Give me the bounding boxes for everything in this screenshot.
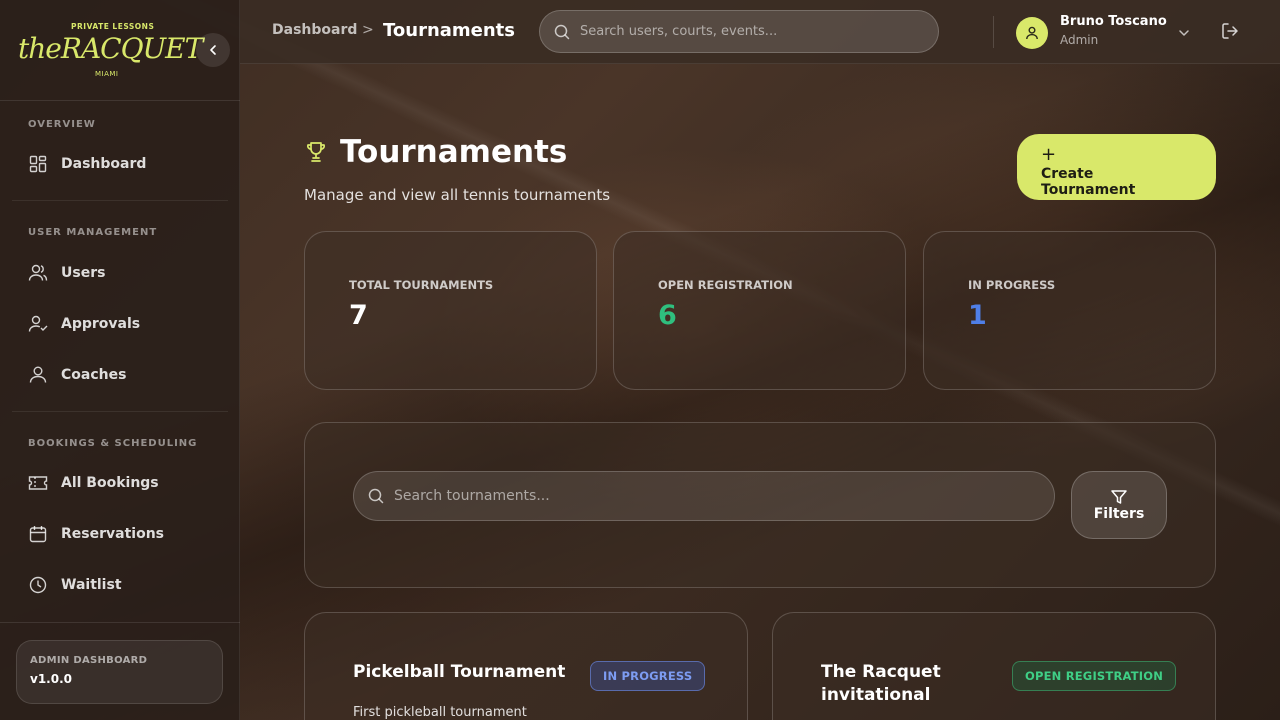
tournament-name-line: invitational xyxy=(821,685,931,705)
header-divider xyxy=(993,16,994,48)
user-name[interactable]: Bruno Toscano xyxy=(1060,14,1167,29)
sidebar-item-label: Coaches xyxy=(61,367,127,383)
sidebar-item-waitlist[interactable]: Waitlist xyxy=(28,573,228,597)
sidebar-divider xyxy=(0,100,240,101)
sidebar-item-label: All Bookings xyxy=(61,475,159,491)
stat-value: 6 xyxy=(658,300,677,331)
collapse-sidebar-button[interactable] xyxy=(196,33,230,67)
stat-value: 7 xyxy=(349,300,368,331)
breadcrumb-current: Tournaments xyxy=(383,20,516,41)
sidebar-item-coaches[interactable]: Coaches xyxy=(28,363,228,387)
version-number: v1.0.0 xyxy=(30,672,72,686)
sidebar-item-label: Approvals xyxy=(61,316,141,332)
chevron-left-icon xyxy=(210,45,216,55)
trophy-icon xyxy=(306,142,326,162)
stat-label: OPEN REGISTRATION xyxy=(658,278,793,292)
user-role: Admin xyxy=(1060,33,1099,47)
user-avatar-icon xyxy=(1026,26,1038,40)
dashboard-icon xyxy=(28,154,48,174)
stat-in-progress: IN PROGRESS 1 xyxy=(923,231,1216,390)
sidebar-separator xyxy=(12,200,228,201)
tournament-name: The Racquet invitational xyxy=(821,661,941,707)
filters-label: Filters xyxy=(1093,506,1145,522)
brand-logo[interactable]: PRIVATE LESSONS theRACQUET MIAMI xyxy=(18,22,203,82)
tournament-description: First pickleball tournament xyxy=(353,705,527,720)
avatar[interactable] xyxy=(1016,17,1048,49)
filter-panel: Filters xyxy=(304,422,1216,588)
sidebar-divider xyxy=(0,622,240,623)
sidebar: PRIVATE LESSONS theRACQUET MIAMI OVERVIE… xyxy=(0,0,240,720)
brand-tagline: PRIVATE LESSONS xyxy=(71,22,155,31)
section-user-management: USER MANAGEMENT xyxy=(28,227,158,238)
sidebar-item-reservations[interactable]: Reservations xyxy=(28,522,228,546)
calendar-icon xyxy=(28,524,48,544)
filters-button[interactable]: Filters xyxy=(1071,471,1167,539)
plus-icon: + xyxy=(1041,144,1057,165)
stat-label: TOTAL TOURNAMENTS xyxy=(349,278,494,292)
user-check-icon xyxy=(28,314,48,334)
global-search[interactable] xyxy=(539,10,939,53)
page-subtitle: Manage and view all tennis tournaments xyxy=(304,186,611,204)
tournament-search[interactable] xyxy=(353,471,1055,521)
page-title: Tournaments xyxy=(340,134,568,170)
logout-button[interactable] xyxy=(1221,22,1239,44)
tournament-search-input[interactable] xyxy=(394,488,994,504)
chevron-down-icon xyxy=(1179,30,1189,36)
tournament-card[interactable]: Pickelball Tournament IN PROGRESS First … xyxy=(304,612,748,720)
sidebar-item-all-bookings[interactable]: All Bookings xyxy=(28,471,228,495)
page-title-row: Tournaments xyxy=(304,134,567,170)
top-header: Dashboard > Tournaments Bruno Toscano Ad… xyxy=(240,0,1280,64)
brand-location: MIAMI xyxy=(95,70,119,78)
create-tournament-button[interactable]: + Create Tournament xyxy=(1017,134,1216,200)
users-icon xyxy=(28,263,48,283)
sidebar-item-label: Reservations xyxy=(61,526,164,542)
sidebar-item-dashboard[interactable]: Dashboard xyxy=(28,152,228,176)
brand-wordmark: theRACQUET xyxy=(18,32,203,65)
sidebar-item-label: Waitlist xyxy=(61,577,122,593)
breadcrumb-dashboard[interactable]: Dashboard xyxy=(272,22,357,38)
breadcrumb-separator: > xyxy=(362,22,374,38)
version-info: ADMIN DASHBOARD v1.0.0 xyxy=(16,640,223,704)
search-icon xyxy=(554,24,570,39)
tournament-card[interactable]: The Racquet invitational OPEN REGISTRATI… xyxy=(772,612,1216,720)
version-label: ADMIN DASHBOARD xyxy=(30,655,148,666)
tournament-name: Pickelball Tournament xyxy=(353,662,566,682)
section-overview: OVERVIEW xyxy=(28,119,96,130)
logout-icon xyxy=(1222,23,1238,39)
sidebar-separator xyxy=(12,411,228,412)
create-tournament-label: Create Tournament xyxy=(1041,166,1136,198)
tournament-name-line: The Racquet xyxy=(821,662,941,682)
ticket-icon xyxy=(28,473,48,493)
filter-icon xyxy=(1111,490,1127,504)
global-search-input[interactable] xyxy=(580,24,900,39)
user-icon xyxy=(28,365,48,385)
status-badge: IN PROGRESS xyxy=(590,661,706,691)
stat-value: 1 xyxy=(968,300,987,331)
search-icon xyxy=(368,488,384,504)
stat-total-tournaments: TOTAL TOURNAMENTS 7 xyxy=(304,231,597,390)
sidebar-item-label: Users xyxy=(61,265,106,281)
stat-label: IN PROGRESS xyxy=(968,278,1056,292)
sidebar-item-users[interactable]: Users xyxy=(28,261,228,285)
user-menu-toggle[interactable] xyxy=(1178,24,1190,43)
section-bookings-scheduling: BOOKINGS & SCHEDULING xyxy=(28,438,198,449)
stat-open-registration: OPEN REGISTRATION 6 xyxy=(613,231,906,390)
clock-icon xyxy=(28,575,48,595)
sidebar-item-label: Dashboard xyxy=(61,156,147,172)
sidebar-item-approvals[interactable]: Approvals xyxy=(28,312,228,336)
status-badge: OPEN REGISTRATION xyxy=(1012,661,1177,691)
